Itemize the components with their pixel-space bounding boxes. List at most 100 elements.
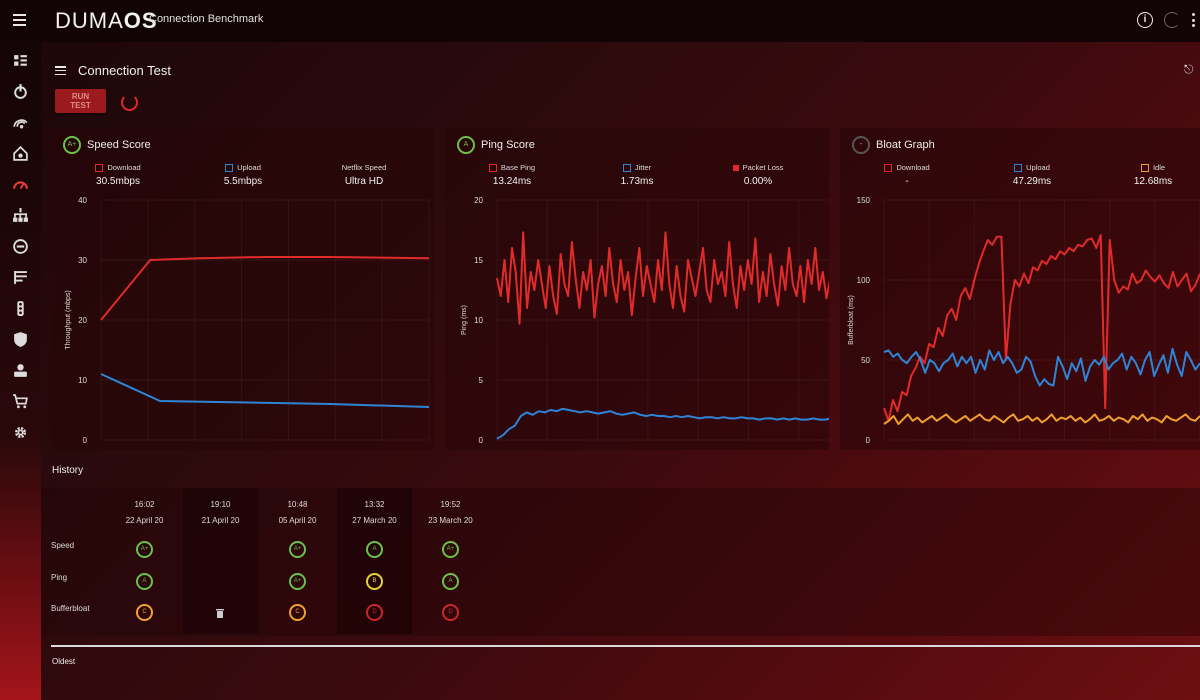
bloat-chart: 0 50 100 150 Bufferbloat (ms) <box>848 196 1200 445</box>
history-title: History <box>52 465 84 476</box>
grade-badge-bloat: D <box>442 604 459 621</box>
oldest-label: Oldest <box>52 657 76 666</box>
top-bar: DUMAOS Connection Benchmark i <box>0 0 1200 42</box>
speed-card-title: A+ Speed Score <box>63 136 151 154</box>
y-tick-label: 100 <box>857 276 871 285</box>
grade-badge-ping: A <box>136 573 153 590</box>
block-icon[interactable] <box>12 238 29 255</box>
list-icon[interactable] <box>12 269 29 286</box>
row-label-bufferbloat: Bufferbloat <box>51 604 90 613</box>
home-settings-icon[interactable] <box>12 145 29 162</box>
history-time: 13:32 <box>364 500 385 509</box>
bloat-title-text: Bloat Graph <box>876 139 935 151</box>
y-tick-label: 10 <box>78 376 87 385</box>
power-icon[interactable] <box>12 83 29 100</box>
series-line-download <box>883 234 1200 422</box>
y-axis-label: Throughput (mbps) <box>65 290 72 350</box>
history-date: 05 April 20 <box>278 516 317 525</box>
grade-badge-bloat: C <box>289 604 306 621</box>
series-line-upload <box>883 347 1200 387</box>
network-map-icon[interactable] <box>12 207 29 224</box>
refresh-icon[interactable] <box>1164 12 1180 28</box>
history-column[interactable]: 19:10 21 April 20 <box>183 488 258 634</box>
run-test-button[interactable]: RUN TEST <box>55 89 106 113</box>
y-tick-label: 20 <box>474 196 483 205</box>
radar-icon[interactable] <box>12 114 29 131</box>
history-date: 23 March 20 <box>428 516 473 525</box>
speed-title-text: Speed Score <box>87 139 151 151</box>
device-manager-icon[interactable] <box>12 362 29 379</box>
y-axis-label: Ping (ms) <box>461 305 468 335</box>
grade-badge-ping: A+ <box>289 573 306 590</box>
history-date: 21 April 20 <box>201 516 240 525</box>
packet-loss-stat: Packet Loss 0.00% <box>713 163 803 187</box>
y-tick-label: 40 <box>78 196 87 205</box>
speedometer-icon[interactable] <box>12 176 29 193</box>
ping-title-text: Ping Score <box>481 139 535 151</box>
history-column[interactable]: 10:48 05 April 20 A+ A+ C <box>260 488 335 634</box>
history-date: 27 March 20 <box>352 516 397 525</box>
idle-stat: Idle 12.68ms <box>1133 163 1173 187</box>
sidebar <box>0 42 41 700</box>
ping-card-title: A Ping Score <box>457 136 535 154</box>
history-time: 16:02 <box>134 500 155 509</box>
history-column[interactable]: 16:02 22 April 20 A+ A C <box>107 488 182 634</box>
upload-stat: Upload 5.5mbps <box>223 163 263 187</box>
y-tick-label: 0 <box>479 436 484 445</box>
series-line-download <box>100 256 430 321</box>
history-time: 10:48 <box>287 500 308 509</box>
row-label-speed: Speed <box>51 541 75 550</box>
page-title: Connection Test <box>78 63 171 78</box>
delete-icon[interactable] <box>216 605 224 618</box>
bloat-download-stat: Download - <box>862 163 952 187</box>
download-stat: Download 30.5mbps <box>95 163 141 187</box>
y-axis-label: Bufferbloat (ms) <box>848 295 855 345</box>
info-icon[interactable]: i <box>1137 12 1153 28</box>
y-tick-label: 0 <box>83 436 88 445</box>
jitter-stat: Jitter 1.73ms <box>620 163 654 187</box>
cart-icon[interactable] <box>12 393 29 410</box>
ping-card: A Ping Score Base Ping 13.24ms Jitter 1.73… <box>445 128 829 450</box>
history-divider <box>51 645 1200 647</box>
grade-badge-speed: A+ <box>136 541 153 558</box>
history-date: 22 April 20 <box>125 516 164 525</box>
grade-badge-speed: A+ <box>442 541 459 558</box>
grade-badge-speed: A+ <box>289 541 306 558</box>
history-time: 19:52 <box>440 500 461 509</box>
grade-badge-ping: B <box>366 573 383 590</box>
series-line-idle <box>883 413 1200 425</box>
history-column[interactable]: 13:32 27 March 20 A B D <box>337 488 412 634</box>
y-tick-label: 50 <box>861 356 870 365</box>
settings-gear-icon[interactable] <box>12 424 29 441</box>
speed-chart: 0 10 20 30 40 Throughput (mbps) <box>65 196 430 445</box>
grade-badge-ping: A <box>442 573 459 590</box>
netflix-stat: Netflix Speed Ultra HD <box>341 163 387 187</box>
speed-card: A+ Speed Score Download 30.5mbps Upload 5.… <box>51 128 434 450</box>
y-tick-label: 20 <box>78 316 87 325</box>
ping-grade-badge: A <box>457 136 475 154</box>
shield-icon[interactable] <box>12 331 29 348</box>
y-tick-label: 0 <box>866 436 871 445</box>
bloat-card-title: - Bloat Graph <box>852 136 935 154</box>
menu-icon[interactable] <box>13 14 26 26</box>
dashboard-icon[interactable] <box>12 53 29 70</box>
pin-icon[interactable]: ⎋ <box>1184 62 1194 77</box>
traffic-icon[interactable] <box>12 300 29 317</box>
logo: DUMAOS <box>55 8 158 33</box>
base-ping-stat: Base Ping 13.24ms <box>467 163 557 187</box>
speed-grade-badge: A+ <box>63 136 81 154</box>
history-time: 19:10 <box>210 500 231 509</box>
app-subtitle: Connection Benchmark <box>149 13 264 25</box>
history-column[interactable]: 19:52 23 March 20 A+ A D <box>413 488 488 634</box>
y-tick-label: 10 <box>474 316 483 325</box>
loading-spinner-icon <box>121 94 138 111</box>
panel-menu-icon[interactable] <box>55 66 66 76</box>
y-tick-label: 30 <box>78 256 87 265</box>
y-tick-label: 15 <box>474 256 483 265</box>
more-vert-icon[interactable] <box>1192 13 1195 27</box>
bloat-grade-badge: - <box>852 136 870 154</box>
grade-badge-bloat: D <box>366 604 383 621</box>
y-tick-label: 5 <box>479 376 484 385</box>
grade-badge-bloat: C <box>136 604 153 621</box>
row-label-ping: Ping <box>51 573 68 582</box>
